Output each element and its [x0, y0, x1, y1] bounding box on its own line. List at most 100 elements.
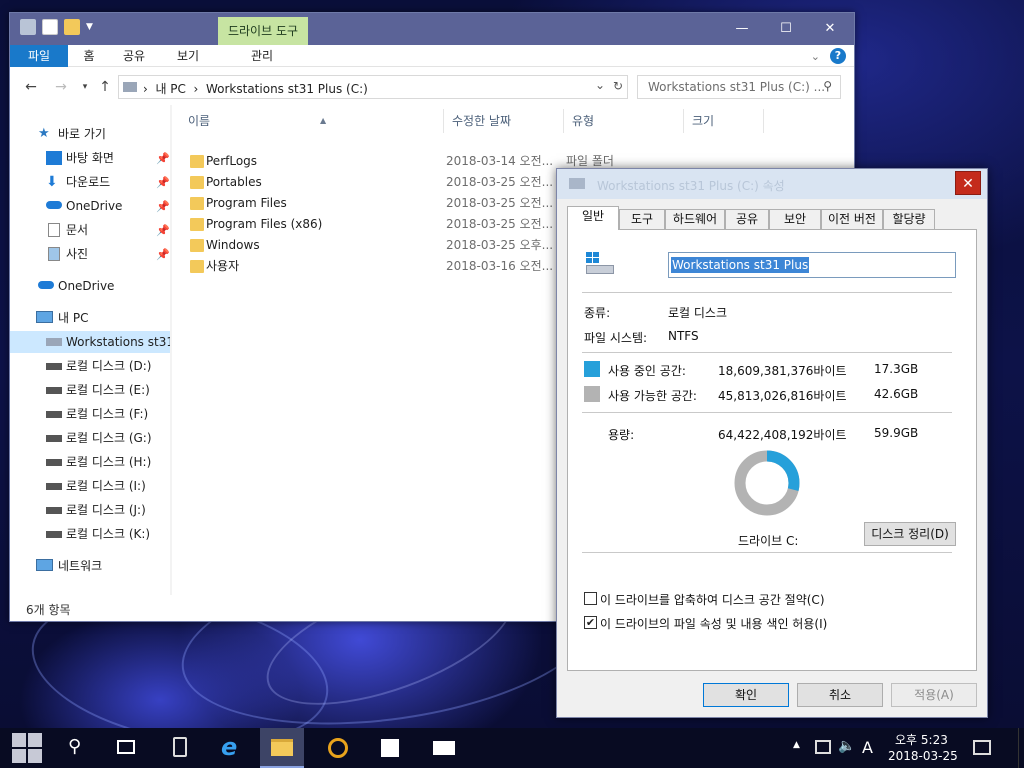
- nav-drive-i[interactable]: 로컬 디스크 (I:): [10, 475, 170, 497]
- show-desktop-button[interactable]: [1018, 728, 1024, 768]
- tab-file[interactable]: 파일: [10, 45, 68, 67]
- taskbar-app-mail[interactable]: [422, 728, 466, 768]
- refresh-icon[interactable]: ↻: [613, 79, 623, 93]
- pin-icon[interactable]: 📌: [156, 220, 170, 242]
- breadcrumb-this-pc[interactable]: 내 PC: [155, 82, 185, 96]
- close-button[interactable]: ✕: [955, 171, 981, 195]
- start-button[interactable]: [4, 728, 48, 768]
- column-label: 크기: [692, 114, 715, 128]
- ok-button[interactable]: 확인: [703, 683, 789, 707]
- search-button[interactable]: ⚲: [56, 728, 100, 768]
- nav-drive-c[interactable]: Workstations st31 Plus: [10, 331, 170, 353]
- volume-icon[interactable]: 🔈: [838, 738, 855, 754]
- taskbar-app-ie[interactable]: e: [210, 728, 254, 768]
- nav-quick-access[interactable]: ★ 바로 가기: [10, 123, 170, 145]
- pin-icon[interactable]: 📌: [156, 148, 170, 170]
- tab-hardware[interactable]: 하드웨어: [665, 209, 725, 229]
- nav-network[interactable]: 네트워크: [10, 555, 170, 577]
- table-row[interactable]: PerfLogs 2018-03-14 오전... 파일 폴더: [186, 151, 614, 172]
- search-icon[interactable]: ⚲: [823, 79, 832, 93]
- nav-this-pc[interactable]: 내 PC: [10, 307, 170, 329]
- column-header-name[interactable]: ▲ 이름: [180, 109, 444, 133]
- pin-icon[interactable]: 📌: [156, 244, 170, 266]
- tab-quota[interactable]: 할당량: [883, 209, 935, 229]
- table-row[interactable]: Windows 2018-03-25 오후...: [186, 235, 566, 256]
- drive-name-field[interactable]: Workstations st31 Plus: [668, 252, 956, 278]
- tab-general[interactable]: 일반: [567, 206, 619, 230]
- column-header-date[interactable]: 수정한 날짜: [444, 109, 564, 133]
- nav-pictures[interactable]: 사진 📌: [10, 243, 170, 265]
- nav-drive-g[interactable]: 로컬 디스크 (G:): [10, 427, 170, 449]
- search-input[interactable]: Workstations st31 Plus (C:) ... ⚲: [637, 75, 841, 99]
- network-icon[interactable]: [815, 740, 831, 754]
- chevron-down-icon[interactable]: ⌄: [595, 78, 605, 92]
- pin-icon[interactable]: 📌: [156, 196, 170, 218]
- help-icon[interactable]: ?: [830, 48, 846, 64]
- device-icon: [173, 737, 187, 757]
- nav-drive-j[interactable]: 로컬 디스크 (J:): [10, 499, 170, 521]
- quick-access-toolbar: ▼: [20, 19, 93, 35]
- tab-manage[interactable]: 관리: [236, 45, 288, 67]
- forward-arrow-icon[interactable]: →: [52, 78, 70, 96]
- input-indicator[interactable]: A: [862, 738, 873, 757]
- disk-usage-donut: [734, 450, 800, 516]
- nav-drive-h[interactable]: 로컬 디스크 (H:): [10, 451, 170, 473]
- free-space-swatch: [584, 386, 600, 402]
- new-folder-icon[interactable]: [64, 19, 80, 35]
- file-name: Program Files (x86): [206, 217, 323, 231]
- nav-drive-d[interactable]: 로컬 디스크 (D:): [10, 355, 170, 377]
- clock-date[interactable]: 2018-03-25: [888, 749, 958, 763]
- tab-view[interactable]: 보기: [170, 45, 206, 67]
- tab-share[interactable]: 공유: [116, 45, 152, 67]
- properties-icon[interactable]: [42, 19, 58, 35]
- nav-onedrive-pinned[interactable]: OneDrive 📌: [10, 195, 170, 217]
- nav-drive-e[interactable]: 로컬 디스크 (E:): [10, 379, 170, 401]
- explorer-title-bar[interactable]: ▼ 드라이브 도구 — ☐ ✕: [10, 13, 854, 45]
- taskbar-app-device[interactable]: [158, 728, 202, 768]
- address-bar[interactable]: › 내 PC › Workstations st31 Plus (C:) ⌄ ↻: [118, 75, 628, 99]
- up-arrow-icon[interactable]: ↑: [96, 78, 114, 96]
- column-header-type[interactable]: 유형: [564, 109, 684, 133]
- nav-drive-f[interactable]: 로컬 디스크 (F:): [10, 403, 170, 425]
- show-hidden-icons[interactable]: ▲: [793, 740, 800, 750]
- breadcrumb-drive[interactable]: Workstations st31 Plus (C:): [206, 82, 368, 96]
- expand-ribbon-icon[interactable]: ⌄: [811, 50, 820, 63]
- nav-documents[interactable]: 문서 📌: [10, 219, 170, 241]
- maximize-button[interactable]: ☐: [764, 17, 808, 41]
- dialog-title-bar[interactable]: Workstations st31 Plus (C:) 속성 ✕: [557, 169, 987, 199]
- index-checkbox[interactable]: ✔: [584, 616, 597, 629]
- cancel-button[interactable]: 취소: [797, 683, 883, 707]
- tab-tools[interactable]: 도구: [619, 209, 665, 229]
- file-date: 2018-03-14 오전...: [446, 154, 554, 168]
- column-header-size[interactable]: 크기: [684, 109, 764, 133]
- nav-desktop[interactable]: 바탕 화면 📌: [10, 147, 170, 169]
- file-name: Program Files: [206, 196, 287, 210]
- nav-drive-k[interactable]: 로컬 디스크 (K:): [10, 523, 170, 545]
- table-row[interactable]: Program Files (x86) 2018-03-25 오전...: [186, 214, 566, 235]
- task-view-button[interactable]: [104, 728, 148, 768]
- table-row[interactable]: 사용자 2018-03-16 오전...: [186, 256, 566, 277]
- table-row[interactable]: Program Files 2018-03-25 오전... 파일 폴더: [186, 193, 614, 214]
- compress-checkbox[interactable]: [584, 592, 597, 605]
- taskbar-app-explorer[interactable]: [260, 728, 304, 768]
- tab-home[interactable]: 홈: [74, 45, 104, 67]
- action-center-icon[interactable]: [973, 740, 991, 755]
- apply-button[interactable]: 적용(A): [891, 683, 977, 707]
- nav-onedrive[interactable]: OneDrive: [10, 275, 170, 297]
- taskbar-app-store[interactable]: [368, 728, 412, 768]
- chevron-down-icon[interactable]: ▼: [86, 22, 93, 32]
- table-row[interactable]: Portables 2018-03-25 오전... 파일 폴더: [186, 172, 614, 193]
- tab-sharing[interactable]: 공유: [725, 209, 769, 229]
- general-tab-panel: Workstations st31 Plus 종류: 로컬 디스크 파일 시스템…: [567, 229, 977, 671]
- close-button[interactable]: ✕: [808, 17, 852, 41]
- minimize-button[interactable]: —: [720, 17, 764, 41]
- pin-icon[interactable]: 📌: [156, 172, 170, 194]
- clock-time[interactable]: 오후 5:23: [895, 731, 948, 748]
- recent-locations-icon[interactable]: ▾: [76, 78, 94, 96]
- disk-cleanup-button[interactable]: 디스크 정리(D): [864, 522, 956, 546]
- nav-downloads[interactable]: ⬇ 다운로드 📌: [10, 171, 170, 193]
- taskbar-app-media[interactable]: [316, 728, 360, 768]
- back-arrow-icon[interactable]: ←: [22, 78, 40, 96]
- tab-security[interactable]: 보안: [769, 209, 821, 229]
- tab-previous-versions[interactable]: 이전 버전: [821, 209, 883, 229]
